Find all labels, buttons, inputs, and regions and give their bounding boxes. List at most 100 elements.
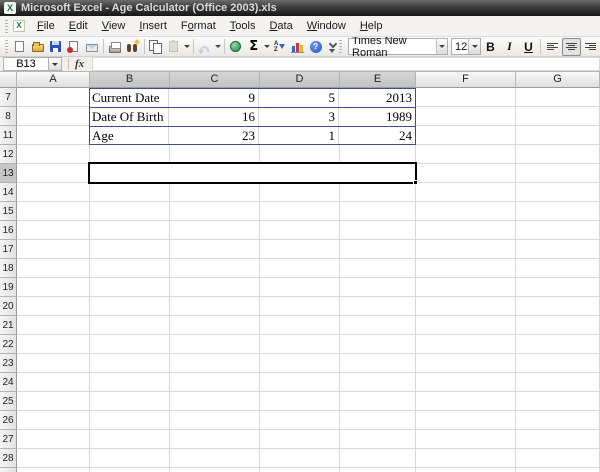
row-header-29[interactable]: 29 bbox=[0, 468, 17, 472]
column-header-f[interactable]: F bbox=[416, 72, 516, 88]
column-header-g[interactable]: G bbox=[516, 72, 600, 88]
cell-e7[interactable]: 2013 bbox=[339, 89, 415, 107]
row-header-11[interactable]: 11 bbox=[0, 126, 17, 145]
cell-d8[interactable]: 3 bbox=[259, 108, 339, 126]
research-button[interactable] bbox=[124, 38, 142, 56]
font-name-value: Times New Roman bbox=[352, 37, 407, 57]
fill-handle[interactable] bbox=[413, 180, 418, 185]
menu-bar: X File Edit View Insert Format Tools Dat… bbox=[0, 16, 600, 37]
menu-data[interactable]: Data bbox=[262, 17, 299, 35]
paste-button[interactable] bbox=[165, 38, 183, 56]
name-box[interactable]: B13 bbox=[3, 57, 49, 71]
row-header-12[interactable]: 12 bbox=[0, 145, 17, 164]
grid-area[interactable]: Current Date 9 5 2013 Date Of Birth 16 3… bbox=[17, 88, 600, 472]
row-header-24[interactable]: 24 bbox=[0, 373, 17, 392]
row-header-28[interactable]: 28 bbox=[0, 449, 17, 468]
open-button[interactable] bbox=[29, 38, 47, 56]
italic-button[interactable]: I bbox=[500, 38, 519, 56]
row-header-16[interactable]: 16 bbox=[0, 221, 17, 240]
menu-file[interactable]: File bbox=[30, 17, 62, 35]
font-size-select[interactable]: 12 bbox=[451, 38, 482, 55]
toolbar-separator bbox=[223, 39, 225, 54]
menu-tools[interactable]: Tools bbox=[223, 17, 263, 35]
row-header-14[interactable]: 14 bbox=[0, 183, 17, 202]
underline-button[interactable]: U bbox=[519, 38, 538, 56]
cell-c8[interactable]: 16 bbox=[169, 108, 259, 126]
autosum-button[interactable]: Σ bbox=[245, 38, 263, 56]
insert-function-icon[interactable]: fx bbox=[75, 58, 84, 70]
cell-c7[interactable]: 9 bbox=[169, 89, 259, 107]
select-all-corner[interactable] bbox=[0, 72, 17, 88]
sort-ascending-button[interactable]: AZ bbox=[271, 38, 289, 56]
hyperlink-button[interactable] bbox=[227, 38, 245, 56]
research-icon bbox=[126, 40, 139, 53]
align-left-button[interactable] bbox=[543, 38, 562, 56]
paste-dropdown[interactable] bbox=[183, 38, 191, 56]
column-header-c[interactable]: C bbox=[170, 72, 260, 88]
font-name-select[interactable]: Times New Roman bbox=[348, 37, 449, 57]
row-header-26[interactable]: 26 bbox=[0, 411, 17, 430]
align-center-button[interactable] bbox=[562, 37, 582, 56]
new-button[interactable] bbox=[11, 38, 29, 56]
print-button[interactable] bbox=[106, 38, 124, 56]
permission-icon bbox=[67, 41, 79, 53]
chart-wizard-icon bbox=[291, 42, 305, 53]
row-header-22[interactable]: 22 bbox=[0, 335, 17, 354]
cell-e11[interactable]: 24 bbox=[339, 127, 415, 144]
cell-e8[interactable]: 1989 bbox=[339, 108, 415, 126]
row-header-20[interactable]: 20 bbox=[0, 297, 17, 316]
menu-help[interactable]: Help bbox=[353, 17, 390, 35]
cell-b7[interactable]: Current Date bbox=[90, 89, 169, 107]
name-box-dropdown[interactable] bbox=[49, 57, 62, 71]
column-header-d[interactable]: D bbox=[260, 72, 340, 88]
print-icon bbox=[108, 41, 121, 53]
row-header-7[interactable]: 7 bbox=[0, 88, 17, 107]
row-header-21[interactable]: 21 bbox=[0, 316, 17, 335]
font-size-dropdown-icon[interactable] bbox=[468, 39, 481, 54]
permission-button[interactable] bbox=[65, 38, 83, 56]
menu-view[interactable]: View bbox=[95, 17, 133, 35]
cell-b11[interactable]: Age bbox=[90, 127, 169, 144]
column-header-a[interactable]: A bbox=[17, 72, 90, 88]
row-header-27[interactable]: 27 bbox=[0, 430, 17, 449]
column-header-b[interactable]: B bbox=[90, 72, 170, 88]
mail-button[interactable] bbox=[83, 38, 101, 56]
column-header-e[interactable]: E bbox=[340, 72, 416, 88]
menu-window[interactable]: Window bbox=[300, 17, 353, 35]
align-right-button[interactable] bbox=[581, 38, 600, 56]
row-header-13[interactable]: 13 bbox=[0, 164, 17, 183]
copy-button[interactable] bbox=[147, 38, 165, 56]
toolbar-grip[interactable] bbox=[5, 40, 8, 53]
row-header-25[interactable]: 25 bbox=[0, 392, 17, 411]
row-header-17[interactable]: 17 bbox=[0, 240, 17, 259]
bold-button[interactable]: B bbox=[481, 38, 500, 56]
selection-box[interactable] bbox=[88, 162, 418, 185]
menu-format[interactable]: Format bbox=[174, 17, 223, 35]
mail-icon bbox=[85, 44, 98, 52]
menu-edit[interactable]: Edit bbox=[62, 17, 95, 35]
row-header-8[interactable]: 8 bbox=[0, 107, 17, 126]
cell-d11[interactable]: 1 bbox=[259, 127, 339, 144]
undo-button[interactable] bbox=[196, 38, 214, 56]
cell-c11[interactable]: 23 bbox=[169, 127, 259, 144]
toolbar-options-button[interactable] bbox=[326, 38, 337, 56]
chart-wizard-button[interactable] bbox=[289, 38, 307, 56]
font-name-dropdown-icon[interactable] bbox=[436, 39, 448, 54]
autosum-dropdown[interactable] bbox=[263, 38, 271, 56]
help-button[interactable]: ? bbox=[307, 38, 325, 56]
menu-insert[interactable]: Insert bbox=[132, 17, 174, 35]
data-table: Current Date 9 5 2013 Date Of Birth 16 3… bbox=[89, 88, 416, 145]
align-right-icon bbox=[585, 42, 597, 51]
row-header-15[interactable]: 15 bbox=[0, 202, 17, 221]
formula-input[interactable] bbox=[92, 57, 600, 71]
row-header-19[interactable]: 19 bbox=[0, 278, 17, 297]
copy-icon bbox=[149, 40, 163, 54]
undo-dropdown[interactable] bbox=[214, 38, 222, 56]
row-header-23[interactable]: 23 bbox=[0, 354, 17, 373]
formatting-toolbar-grip[interactable] bbox=[339, 40, 343, 53]
menubar-grip[interactable] bbox=[5, 19, 8, 33]
row-header-18[interactable]: 18 bbox=[0, 259, 17, 278]
save-button[interactable] bbox=[47, 38, 65, 56]
cell-d7[interactable]: 5 bbox=[259, 89, 339, 107]
cell-b8[interactable]: Date Of Birth bbox=[90, 108, 169, 126]
